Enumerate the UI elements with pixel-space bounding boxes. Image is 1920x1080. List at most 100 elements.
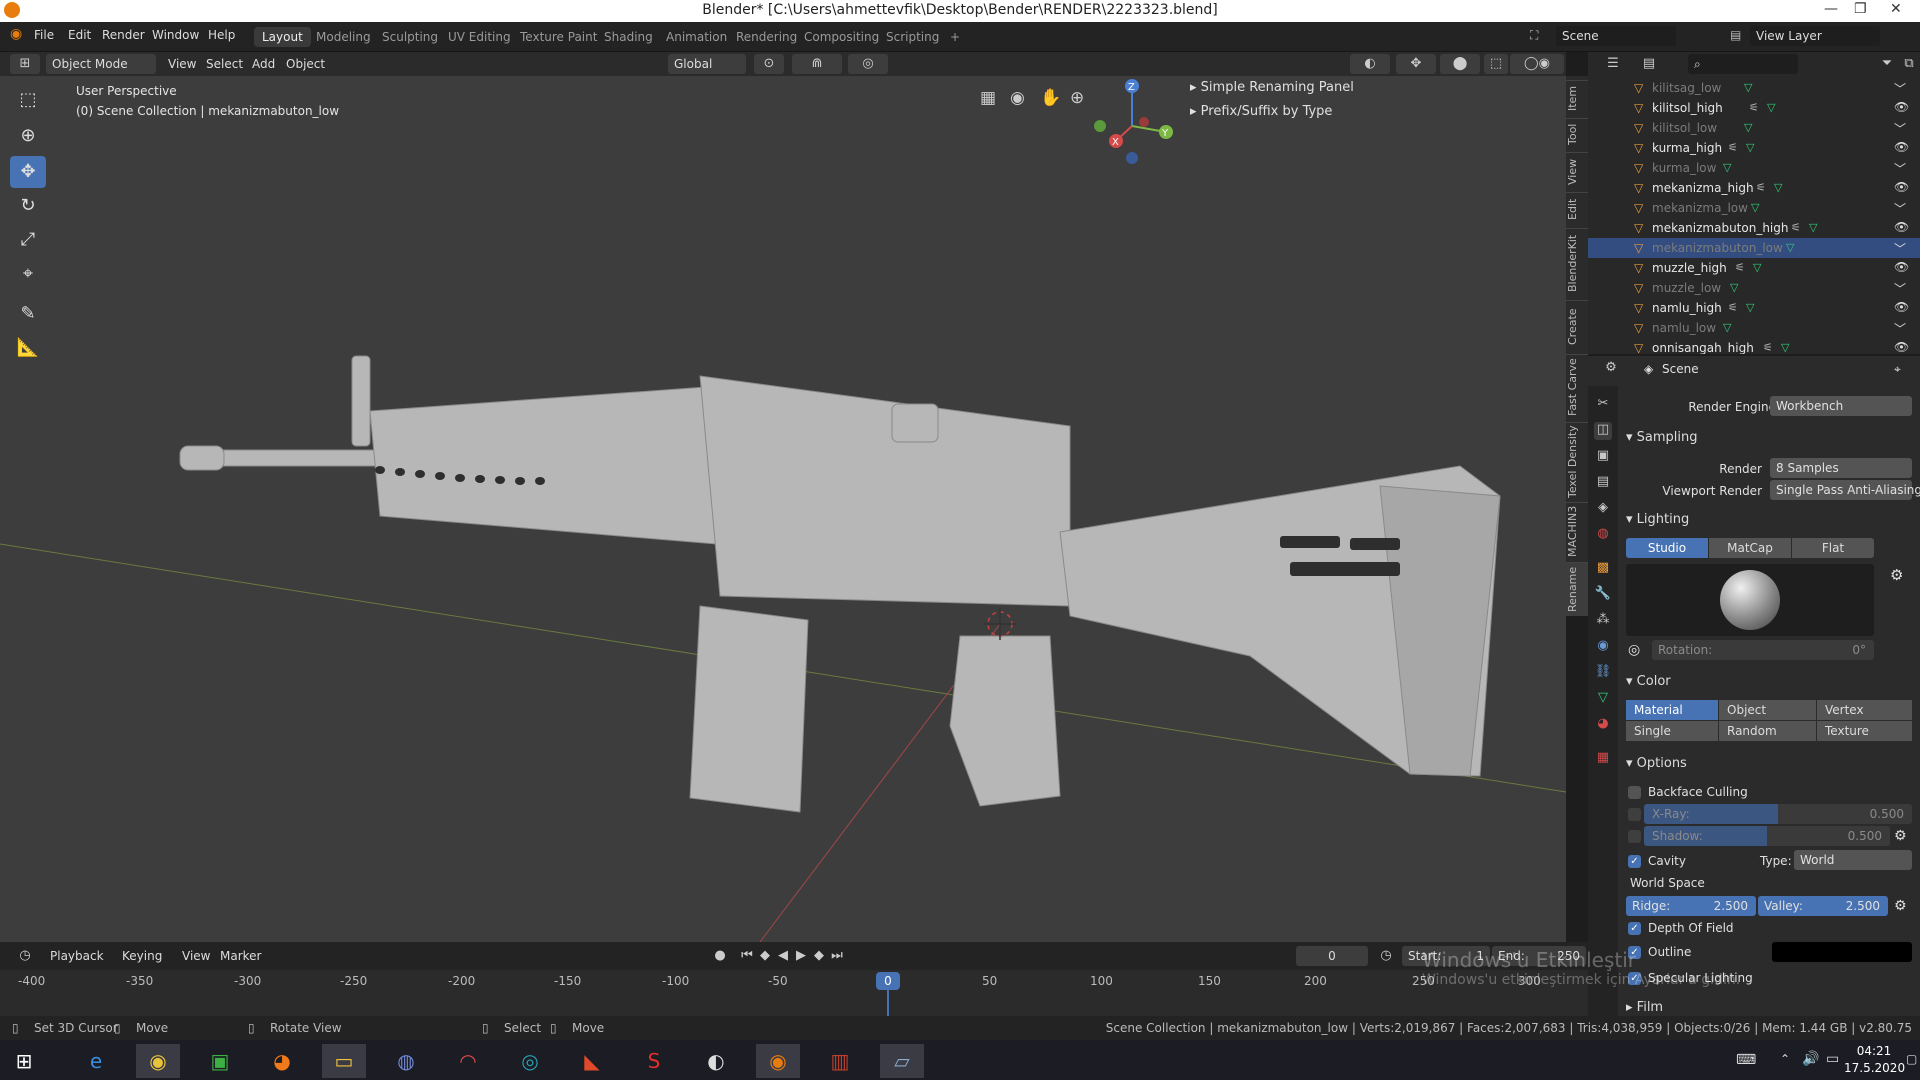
data-tab-icon[interactable]: ▽ xyxy=(1594,690,1612,708)
tab-texture-paint[interactable]: Texture Paint xyxy=(512,27,605,47)
select-box-tool-icon[interactable]: ⬚ xyxy=(10,84,46,116)
minimize-icon[interactable]: — xyxy=(1824,1,1838,17)
grid-icon[interactable]: ▦ xyxy=(980,88,996,108)
modifier-tab-icon[interactable]: 🔧 xyxy=(1594,586,1612,604)
tab-layout[interactable]: Layout xyxy=(254,27,311,47)
light-settings-gear-icon[interactable]: ⚙ xyxy=(1890,566,1903,584)
eye-closed-icon[interactable]: ﹀ xyxy=(1894,160,1906,177)
mode-dropdown[interactable]: Object Mode xyxy=(46,54,156,74)
eye-icon[interactable]: 👁 xyxy=(1894,180,1909,194)
substance-icon[interactable]: S xyxy=(632,1044,676,1078)
render-samples-dropdown[interactable]: 8 Samples xyxy=(1770,458,1912,478)
outliner-row[interactable]: ▽ mekanizma_low ▽ ﹀ xyxy=(1588,198,1920,218)
cavity-type-dropdown[interactable]: World xyxy=(1794,850,1912,870)
scene-tab-icon[interactable]: ◈ xyxy=(1594,500,1612,518)
color-section-header[interactable]: ▾ Color xyxy=(1626,674,1671,689)
close-icon[interactable]: ✕ xyxy=(1890,1,1902,17)
overlay-toggle-icon[interactable]: ⬤ xyxy=(1440,54,1480,74)
mesh-data-icon[interactable]: ▽ xyxy=(1746,301,1754,314)
outliner-row[interactable]: ▽ namlu_low ▽ ﹀ xyxy=(1588,318,1920,338)
lighting-matcap-button[interactable]: MatCap xyxy=(1709,538,1791,558)
outliner-row[interactable]: ▽ onnisangah_high ⚟ ▽ 👁 xyxy=(1588,338,1920,354)
mesh-data-icon[interactable]: ▽ xyxy=(1774,181,1782,194)
arrow-app-icon[interactable]: ◣ xyxy=(570,1044,614,1078)
mesh-data-icon[interactable]: ▽ xyxy=(1781,341,1789,354)
jump-start-icon[interactable]: ⏮ xyxy=(738,946,756,966)
snap-icon[interactable]: ⋒ xyxy=(792,54,842,74)
constraints-tab-icon[interactable]: ⛓ xyxy=(1594,664,1612,682)
scene-selector-icon[interactable]: ⛶ xyxy=(1530,28,1538,43)
physics-tab-icon[interactable]: ◉ xyxy=(1594,638,1612,656)
outliner-row[interactable]: ▽ mekanizmabuton_low ▽ ﹀ xyxy=(1588,238,1920,258)
color-material-button[interactable]: Material xyxy=(1626,700,1718,720)
modifier-icon[interactable]: ⚟ xyxy=(1728,141,1738,154)
hand-pan-icon[interactable]: ✋ xyxy=(1040,88,1061,108)
eye-icon[interactable]: 👁 xyxy=(1894,260,1909,274)
menu-add[interactable]: Add xyxy=(246,54,281,74)
world-tab-icon[interactable]: ◍ xyxy=(1594,526,1612,544)
orientation-dropdown[interactable]: Global xyxy=(668,54,746,74)
sidebar-tab-rename[interactable]: Rename xyxy=(1566,562,1588,616)
color-texture-button[interactable]: Texture xyxy=(1817,721,1912,741)
eye-closed-icon[interactable]: ﹀ xyxy=(1894,80,1906,97)
record-icon[interactable]: ● xyxy=(708,946,732,966)
mesh-data-icon[interactable]: ▽ xyxy=(1786,241,1794,254)
tab-uv-editing[interactable]: UV Editing xyxy=(440,27,519,47)
film-section-header[interactable]: ▸ Film xyxy=(1626,1000,1663,1015)
3d-viewport[interactable]: User Perspective (0) Scene Collection | … xyxy=(0,76,1566,942)
eye-closed-icon[interactable]: ﹀ xyxy=(1894,280,1906,297)
sidebar-tab-blenderkit[interactable]: BlenderKit xyxy=(1566,228,1588,298)
outliner-row[interactable]: ▽ kurma_high ⚟ ▽ 👁 xyxy=(1588,138,1920,158)
tab-modeling[interactable]: Modeling xyxy=(308,27,379,47)
menu-select[interactable]: Select xyxy=(200,54,249,74)
eye-icon[interactable]: 👁 xyxy=(1894,220,1909,234)
outliner-row[interactable]: ▽ mekanizmabuton_high ⚟ ▽ 👁 xyxy=(1588,218,1920,238)
tab-sculpting[interactable]: Sculpting xyxy=(374,27,446,47)
menu-view[interactable]: View xyxy=(162,54,202,74)
modifier-icon[interactable]: ⚟ xyxy=(1763,341,1773,354)
menu-render[interactable]: Render xyxy=(102,28,145,42)
outliner-row[interactable]: ▽ kilitsol_low ▽ ﹀ xyxy=(1588,118,1920,138)
playback-menu[interactable]: Playback xyxy=(44,946,110,966)
chrome-icon[interactable]: ◉ xyxy=(136,1044,180,1078)
play-reverse-icon[interactable]: ◀ xyxy=(774,946,792,966)
steam-icon[interactable]: ◐ xyxy=(694,1044,738,1078)
outliner-row[interactable]: ▽ muzzle_high ⚟ ▽ 👁 xyxy=(1588,258,1920,278)
scene-selector[interactable]: Scene xyxy=(1556,26,1676,46)
tray-chevron-icon[interactable]: ⌃ xyxy=(1780,1052,1790,1066)
sidebar-tab-fast-carve[interactable]: Fast Carve xyxy=(1566,354,1588,420)
notepad-icon[interactable]: ▱ xyxy=(880,1044,924,1078)
tool-tab-icon[interactable]: ✂ xyxy=(1594,396,1612,414)
sidebar-tab-view[interactable]: View xyxy=(1566,152,1588,190)
current-frame-field[interactable]: 0 xyxy=(1296,946,1368,966)
xray-toggle-icon[interactable]: ⬚ xyxy=(1484,54,1508,74)
play-icon[interactable]: ▶ xyxy=(792,946,810,966)
scale-tool-icon[interactable]: ⤢ xyxy=(10,224,46,256)
new-collection-icon[interactable]: ⧉ xyxy=(1900,54,1918,74)
shadow-slider[interactable]: Shadow: 0.500 xyxy=(1644,826,1890,846)
camera-icon[interactable]: ◉ xyxy=(1010,88,1025,108)
sidebar-tab-machin3[interactable]: MACHIN3 xyxy=(1566,502,1588,560)
xray-slider[interactable]: X-Ray: 0.500 xyxy=(1644,804,1912,824)
outliner-editor-icon[interactable]: ☰ xyxy=(1598,54,1628,74)
outliner-row[interactable]: ▽ namlu_high ⚟ ▽ 👁 xyxy=(1588,298,1920,318)
prev-keyframe-icon[interactable]: ◆ xyxy=(756,946,774,966)
xray-checkbox[interactable] xyxy=(1628,808,1641,821)
color-vertex-button[interactable]: Vertex xyxy=(1817,700,1912,720)
cavity-settings-gear-icon[interactable]: ⚙ xyxy=(1894,898,1907,914)
outliner-row[interactable]: ▽ kurma_low ▽ ﹀ xyxy=(1588,158,1920,178)
tab-rendering[interactable]: Rendering xyxy=(728,27,805,47)
eye-closed-icon[interactable]: ﹀ xyxy=(1894,200,1906,217)
render-engine-dropdown[interactable]: Workbench xyxy=(1770,396,1912,416)
auto-keying-icon[interactable]: ◷ xyxy=(1376,946,1396,966)
sampling-section-header[interactable]: ▾ Sampling xyxy=(1626,430,1698,445)
color-random-button[interactable]: Random xyxy=(1719,721,1816,741)
object-tab-icon[interactable]: ▩ xyxy=(1594,560,1612,578)
depth-of-field-checkbox[interactable]: ✓ xyxy=(1628,922,1641,935)
outline-color-swatch[interactable] xyxy=(1772,942,1912,962)
modifier-icon[interactable]: ⚟ xyxy=(1791,221,1801,234)
store-icon[interactable]: ▣ xyxy=(198,1044,242,1078)
network-app-icon[interactable]: ◎ xyxy=(508,1044,552,1078)
particles-tab-icon[interactable]: ⁂ xyxy=(1594,612,1612,630)
sidebar-tab-tool[interactable]: Tool xyxy=(1566,118,1588,150)
